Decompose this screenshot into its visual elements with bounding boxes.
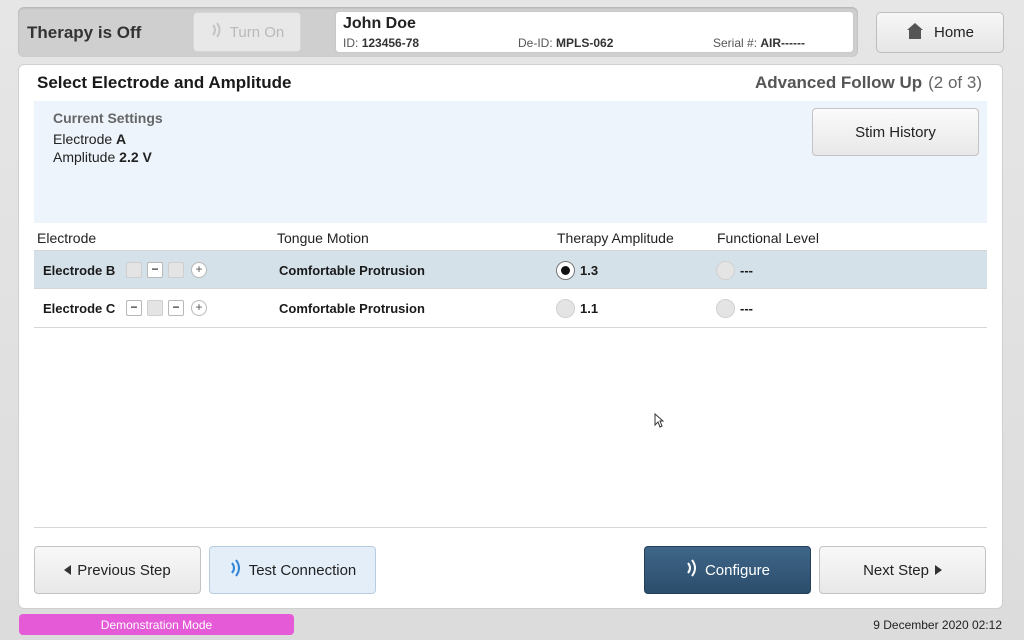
next-step-button[interactable]: Next Step xyxy=(819,546,986,594)
demonstration-mode-badge: Demonstration Mode xyxy=(19,614,294,635)
current-electrode: Electrode A xyxy=(53,131,127,147)
patient-id: ID: 123456-78 xyxy=(343,36,420,50)
stim-history-button[interactable]: Stim History xyxy=(812,108,979,156)
patient-deid: De-ID: MPLS-062 xyxy=(518,36,614,50)
home-button[interactable]: Home xyxy=(876,12,1004,53)
patient-serial: Serial #: AIR------ xyxy=(713,36,806,50)
column-header-functional-level: Functional Level xyxy=(717,230,819,246)
turn-on-button[interactable]: Turn On xyxy=(193,12,301,52)
electrode-name: Electrode B xyxy=(43,263,116,278)
electrode-contact xyxy=(126,262,142,278)
electrode-contact xyxy=(168,262,184,278)
amplitude-value: 1.1 xyxy=(580,301,599,316)
home-label: Home xyxy=(933,24,974,41)
timestamp: 9 December 2020 02:12 xyxy=(873,618,1002,632)
electrode-contact-minus: − xyxy=(147,262,163,278)
test-connection-button[interactable]: Test Connection xyxy=(209,546,376,594)
turn-on-label: Turn On xyxy=(229,23,285,41)
amplitude-radio[interactable] xyxy=(556,261,575,280)
patient-card: John Doe ID: 123456-78 De-ID: MPLS-062 S… xyxy=(335,11,854,53)
tongue-motion: Comfortable Protrusion xyxy=(279,263,425,278)
current-amplitude: Amplitude 2.2 V xyxy=(53,149,152,165)
table-row[interactable]: Electrode B − + Comfortable Protrusion 1… xyxy=(34,250,987,289)
functional-level-radio[interactable] xyxy=(716,299,735,318)
signal-icon xyxy=(229,559,243,581)
previous-step-button[interactable]: Previous Step xyxy=(34,546,201,594)
home-icon xyxy=(906,22,924,44)
electrode-contact-plus: + xyxy=(191,262,207,278)
amplitude-value: 1.3 xyxy=(580,263,599,278)
page-title: Select Electrode and Amplitude xyxy=(37,73,292,92)
therapy-status: Therapy is Off xyxy=(27,23,142,42)
current-settings-heading: Current Settings xyxy=(53,110,163,126)
patient-name: John Doe xyxy=(343,15,416,32)
electrode-name: Electrode C xyxy=(43,301,116,316)
electrode-contact xyxy=(147,300,163,316)
triangle-left-icon xyxy=(64,565,72,575)
current-settings-box: Current Settings Electrode A Amplitude 2… xyxy=(34,101,987,223)
functional-level-value: --- xyxy=(740,301,753,316)
electrode-contact-plus: + xyxy=(191,300,207,316)
table-row[interactable]: Electrode C − − + Comfortable Protrusion… xyxy=(34,289,987,328)
column-header-tongue-motion: Tongue Motion xyxy=(277,230,369,246)
signal-icon xyxy=(210,22,224,42)
tongue-motion: Comfortable Protrusion xyxy=(279,301,425,316)
top-status-bar: Therapy is Off Turn On John Doe ID: 1234… xyxy=(18,7,858,57)
functional-level-value: --- xyxy=(740,263,753,278)
mouse-cursor-icon xyxy=(654,412,665,433)
divider xyxy=(34,527,987,528)
electrode-contact-minus: − xyxy=(126,300,142,316)
electrode-contact-minus: − xyxy=(168,300,184,316)
configure-button[interactable]: Configure xyxy=(644,546,811,594)
main-panel: Select Electrode and Amplitude Advanced … xyxy=(18,64,1003,609)
column-header-electrode: Electrode xyxy=(37,230,97,246)
triangle-right-icon xyxy=(934,565,942,575)
column-header-therapy-amplitude: Therapy Amplitude xyxy=(557,230,674,246)
step-indicator: Advanced Follow Up (2 of 3) xyxy=(754,73,982,92)
amplitude-radio[interactable] xyxy=(556,299,575,318)
signal-icon xyxy=(685,559,699,581)
functional-level-radio[interactable] xyxy=(716,261,735,280)
